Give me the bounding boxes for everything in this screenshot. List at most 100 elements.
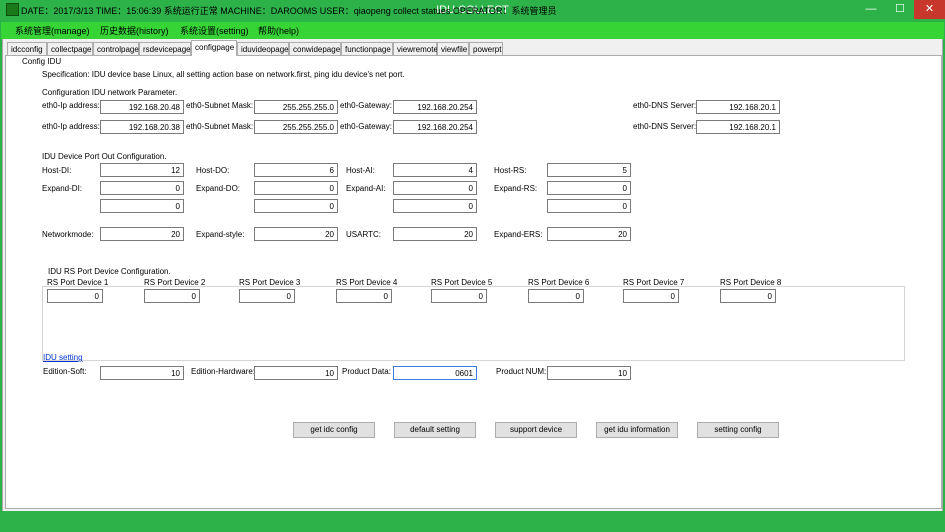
menu-manage[interactable]: 系统管理(manage) <box>15 24 90 37</box>
menu-help[interactable]: 帮助(help) <box>258 24 299 37</box>
tab-idcconfig[interactable]: idcconfig <box>7 42 47 55</box>
ip-input-1[interactable]: 192.168.20.48 <box>100 100 184 114</box>
networkmode-input[interactable]: 20 <box>100 227 184 241</box>
gateway-input-1[interactable]: 192.168.20.254 <box>393 100 477 114</box>
edition-hardware-input[interactable]: 10 <box>254 366 338 380</box>
extra-rs-input[interactable]: 0 <box>547 199 631 213</box>
rs-device-label-4: RS Port Device 4 <box>336 278 398 287</box>
tab-configpage[interactable]: configpage <box>191 40 237 56</box>
spec-text: Specification: IDU device base Linux, al… <box>42 70 405 79</box>
support-device-button[interactable]: support device <box>495 422 577 438</box>
product-data-label: Product Data: <box>342 367 391 376</box>
networkmode-label: Networkmode: <box>42 230 94 239</box>
dns-input-2[interactable]: 192.168.20.1 <box>696 120 780 134</box>
expand-do-input[interactable]: 0 <box>254 181 338 195</box>
idu-setting-link[interactable]: IDU setting <box>43 353 83 362</box>
tab-viewremote[interactable]: viewremote <box>393 42 438 55</box>
get-idu-information-button[interactable]: get idu information <box>596 422 678 438</box>
maximize-button[interactable]: ☐ <box>886 0 914 19</box>
rs-device-input-7[interactable]: 0 <box>623 289 679 303</box>
rs-device-label-8: RS Port Device 8 <box>720 278 782 287</box>
port-section-title: IDU Device Port Out Configuration. <box>42 152 167 161</box>
rs-device-input-1[interactable]: 0 <box>47 289 103 303</box>
host-di-label: Host-DI: <box>42 166 72 175</box>
product-num-label: Product NUM: <box>496 367 547 376</box>
rs-device-label-5: RS Port Device 5 <box>431 278 493 287</box>
default-setting-button[interactable]: default setting <box>394 422 476 438</box>
setting-config-button[interactable]: setting config <box>697 422 779 438</box>
mask-label-1: eth0-Subnet Mask: <box>186 101 254 110</box>
expand-di-input[interactable]: 0 <box>100 181 184 195</box>
edition-hardware-label: Edition-Hardware: <box>191 367 256 376</box>
close-button[interactable]: ✕ <box>914 0 945 19</box>
tab-controlpage[interactable]: controlpage <box>93 42 139 55</box>
gateway-input-2[interactable]: 192.168.20.254 <box>393 120 477 134</box>
tab-iduvideopage[interactable]: iduvideopage <box>237 42 289 55</box>
expand-ers-label: Expand-ERS: <box>494 230 543 239</box>
mask-label-2: eth0-Subnet Mask: <box>186 122 254 131</box>
status-bar <box>0 511 945 532</box>
edition-soft-input[interactable]: 10 <box>100 366 184 380</box>
usartc-input[interactable]: 20 <box>393 227 477 241</box>
network-section-title: Configuration IDU network Parameter. <box>42 88 178 97</box>
rs-device-input-2[interactable]: 0 <box>144 289 200 303</box>
tab-collectpage[interactable]: collectpage <box>47 42 93 55</box>
expand-do-label: Expand-DO: <box>196 184 241 193</box>
status-text: DATE：2017/3/13 TIME：15:06:39 系统运行正常 MACH… <box>21 6 557 16</box>
expand-ai-input[interactable]: 0 <box>393 181 477 195</box>
host-do-label: Host-DO: <box>196 166 230 175</box>
expand-rs-label: Expand-RS: <box>494 184 538 193</box>
host-rs-input[interactable]: 5 <box>547 163 631 177</box>
rs-device-input-5[interactable]: 0 <box>431 289 487 303</box>
mask-input-2[interactable]: 255.255.255.0 <box>254 120 338 134</box>
gateway-label-1: eth0-Gateway: <box>340 101 393 110</box>
product-num-input[interactable]: 10 <box>547 366 631 380</box>
expand-di-label: Expand-DI: <box>42 184 83 193</box>
rs-device-input-4[interactable]: 0 <box>336 289 392 303</box>
menu-history[interactable]: 历史数据(history) <box>100 24 169 37</box>
rs-device-input-3[interactable]: 0 <box>239 289 295 303</box>
rs-device-input-8[interactable]: 0 <box>720 289 776 303</box>
tab-powerpt[interactable]: powerpt <box>469 42 503 55</box>
dns-label-2: eth0-DNS Server: <box>633 122 697 131</box>
ip-input-2[interactable]: 192.168.20.38 <box>100 120 184 134</box>
extra-di-input[interactable]: 0 <box>100 199 184 213</box>
expand-ers-input[interactable]: 20 <box>547 227 631 241</box>
rs-section-title: IDU RS Port Device Configuration. <box>46 267 173 276</box>
group-title: Config IDU <box>22 57 62 66</box>
host-do-input[interactable]: 6 <box>254 163 338 177</box>
usartc-label: USARTC: <box>346 230 381 239</box>
mask-input-1[interactable]: 255.255.255.0 <box>254 100 338 114</box>
tab-functionpage[interactable]: functionpage <box>341 42 393 55</box>
rs-device-label-1: RS Port Device 1 <box>47 278 109 287</box>
extra-ai-input[interactable]: 0 <box>393 199 477 213</box>
rs-device-input-6[interactable]: 0 <box>528 289 584 303</box>
host-ai-label: Host-AI: <box>346 166 375 175</box>
product-data-input[interactable]: 0601 <box>393 366 477 380</box>
minimize-button[interactable]: — <box>857 0 885 19</box>
ip-label-1: eth0-Ip address: <box>42 101 100 110</box>
expand-style-label: Expand-style: <box>196 230 245 239</box>
config-panel: Config IDU Specification: IDU device bas… <box>5 56 942 509</box>
rs-device-label-7: RS Port Device 7 <box>623 278 685 287</box>
gateway-label-2: eth0-Gateway: <box>340 122 393 131</box>
menu-setting[interactable]: 系统设置(setting) <box>180 24 249 37</box>
ip-label-2: eth0-Ip address: <box>42 122 100 131</box>
expand-rs-input[interactable]: 0 <box>547 181 631 195</box>
expand-ai-label: Expand-AI: <box>346 184 386 193</box>
menu-bar: 系统管理(manage) 历史数据(history) 系统设置(setting)… <box>1 22 944 39</box>
tab-viewfile[interactable]: viewfile <box>437 42 469 55</box>
status-icon <box>6 3 19 16</box>
expand-style-input[interactable]: 20 <box>254 227 338 241</box>
get-idc-config-button[interactable]: get idc config <box>293 422 375 438</box>
tab-conwidepage[interactable]: conwidepage <box>289 42 341 55</box>
host-ai-input[interactable]: 4 <box>393 163 477 177</box>
dns-input-1[interactable]: 192.168.20.1 <box>696 100 780 114</box>
rs-device-label-3: RS Port Device 3 <box>239 278 301 287</box>
extra-do-input[interactable]: 0 <box>254 199 338 213</box>
host-rs-label: Host-RS: <box>494 166 527 175</box>
rs-device-label-2: RS Port Device 2 <box>144 278 206 287</box>
tab-rsdevicepage[interactable]: rsdevicepage <box>139 42 191 55</box>
rs-device-label-6: RS Port Device 6 <box>528 278 590 287</box>
host-di-input[interactable]: 12 <box>100 163 184 177</box>
